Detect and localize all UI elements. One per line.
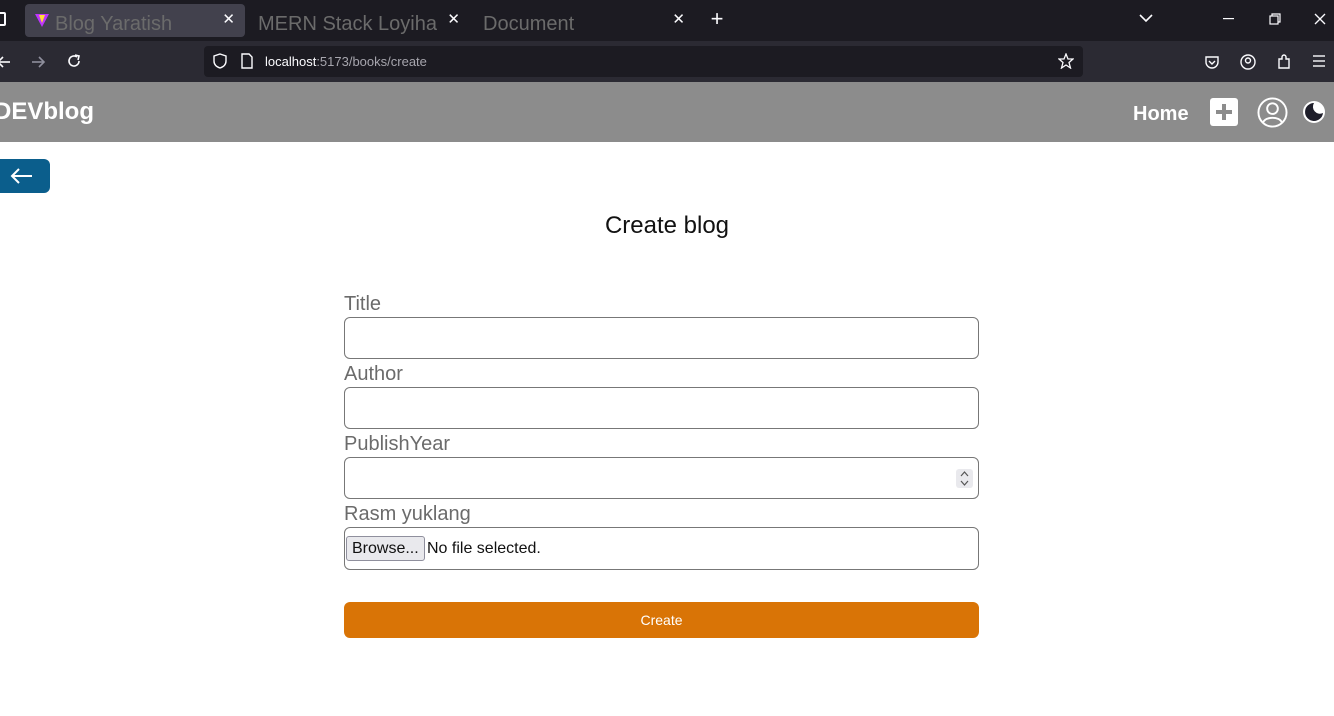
close-window-icon[interactable] (1314, 13, 1326, 25)
create-button[interactable]: Create (344, 602, 979, 638)
number-spinner[interactable] (956, 469, 973, 488)
author-input[interactable] (344, 387, 979, 429)
tab-blog-yaratish[interactable]: Blog Yaratish ✕ (25, 4, 245, 37)
menu-icon[interactable] (1312, 55, 1326, 67)
close-tab-icon[interactable]: ✕ (222, 11, 235, 29)
back-button[interactable] (0, 159, 50, 193)
bookmark-star-icon[interactable] (1058, 53, 1074, 69)
tab-label: MERN Stack Loyiha (258, 13, 437, 35)
url-path: :5173/books/create (316, 54, 427, 69)
vite-favicon-icon (35, 14, 49, 27)
new-tab-button[interactable]: + (706, 8, 728, 30)
extensions-icon[interactable] (1276, 54, 1292, 70)
home-link[interactable]: Home (1133, 103, 1189, 126)
tab-list-icon[interactable] (0, 12, 6, 26)
tab-mern-stack[interactable]: MERN Stack Loyiha ✕ (250, 4, 470, 37)
title-input[interactable] (344, 317, 979, 359)
url-text[interactable]: localhost:5173/books/create (265, 54, 427, 69)
spin-down-icon[interactable] (960, 480, 969, 486)
shield-icon[interactable] (212, 53, 228, 69)
publish-year-input[interactable] (344, 457, 979, 499)
url-bar[interactable]: localhost:5173/books/create (204, 46, 1083, 77)
pocket-icon[interactable] (1204, 54, 1220, 70)
image-file-input[interactable]: Browse... No file selected. (344, 527, 979, 570)
tab-document[interactable]: Document ✕ (475, 4, 695, 37)
tab-label: Document (483, 13, 575, 35)
browser-nav-bar: localhost:5173/books/create (0, 41, 1334, 82)
browse-button[interactable]: Browse... (346, 536, 425, 561)
user-profile-icon[interactable] (1257, 97, 1288, 128)
brand-logo[interactable]: DEVblog (0, 98, 94, 126)
restore-icon[interactable] (1269, 13, 1281, 25)
forward-nav-icon[interactable] (30, 54, 46, 70)
app-header: DEVblog Home (0, 82, 1334, 142)
tab-label: Blog Yaratish (55, 13, 173, 35)
page-title: Create blog (604, 212, 730, 239)
close-tab-icon[interactable]: ✕ (447, 11, 460, 29)
publish-year-label: PublishYear (344, 433, 451, 455)
no-file-text: No file selected. (427, 540, 541, 557)
page-icon[interactable] (239, 53, 255, 69)
back-nav-icon[interactable] (0, 54, 12, 70)
reload-icon[interactable] (66, 53, 82, 69)
title-label: Title (344, 293, 382, 315)
tab-overflow-chevron-icon[interactable] (1139, 13, 1153, 23)
close-tab-icon[interactable]: ✕ (672, 11, 685, 29)
account-icon[interactable] (1240, 54, 1256, 70)
url-host: localhost (265, 54, 317, 69)
spin-up-icon[interactable] (960, 471, 969, 477)
author-label: Author (344, 363, 403, 385)
browser-tab-bar: Blog Yaratish ✕ MERN Stack Loyiha ✕ Docu… (0, 0, 1334, 41)
arrow-left-icon (10, 168, 32, 184)
create-post-plus-button[interactable] (1210, 98, 1238, 126)
dark-mode-toggle-icon[interactable] (1302, 100, 1326, 124)
minimize-icon[interactable] (1223, 18, 1234, 20)
image-upload-label: Rasm yuklang (344, 503, 471, 525)
